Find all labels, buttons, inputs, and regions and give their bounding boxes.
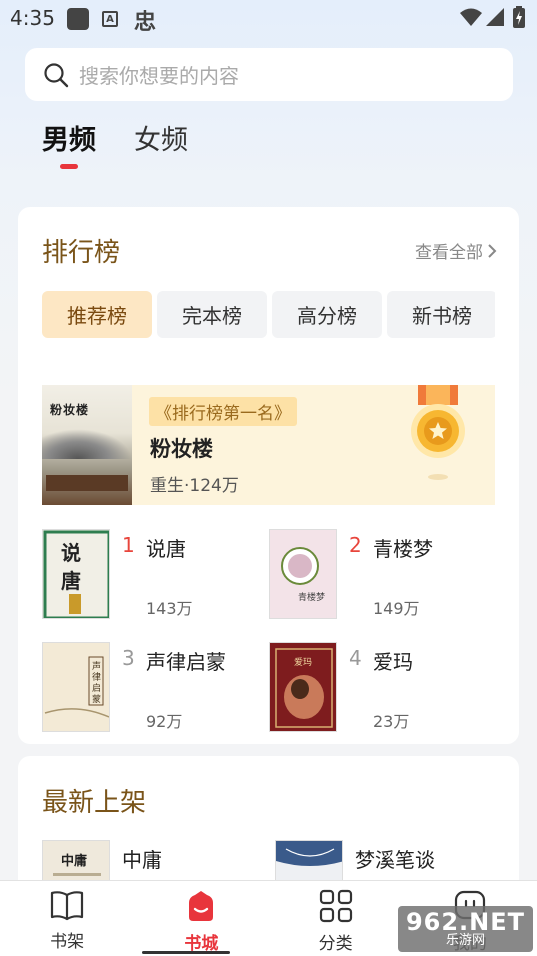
tab-female[interactable]: 女频: [134, 118, 188, 157]
rank-number: 3: [122, 646, 135, 670]
svg-text:爱玛: 爱玛: [294, 657, 312, 668]
book-count: 92万: [146, 712, 183, 731]
watermark-logo: 962.NET 乐游网: [398, 906, 533, 952]
svg-text:声: 声: [92, 660, 101, 672]
list-item[interactable]: 爱玛 4 爱玛 23万: [269, 642, 489, 734]
nav-category[interactable]: 分类: [269, 881, 403, 956]
top-book-meta: 重生·124万: [150, 476, 239, 496]
svg-text:说: 说: [61, 541, 81, 565]
svg-text:律: 律: [92, 671, 101, 683]
list-item[interactable]: 声律启蒙 3 声律启蒙 92万: [42, 642, 262, 734]
book-cover: 说唐: [42, 529, 110, 619]
book-title: 中庸: [122, 848, 162, 872]
home-indicator: [142, 951, 230, 954]
svg-text:青楼梦: 青楼梦: [298, 591, 325, 603]
grid-icon: [319, 889, 352, 923]
gender-tabs: 男频 女频: [42, 118, 226, 169]
ranking-card: 排行榜 查看全部 推荐榜 完本榜 高分榜 新书榜 粉妆楼 《排行榜第一名》 粉妆楼 重…: [18, 207, 519, 744]
watermark-text: 962.NET: [405, 908, 526, 936]
svg-text:启: 启: [92, 682, 101, 694]
tab-new-books[interactable]: 新书榜: [387, 291, 495, 338]
new-arrivals-title: 最新上架: [42, 788, 147, 818]
search-input[interactable]: 搜索你想要的内容: [25, 48, 513, 101]
nav-label: 书架: [50, 932, 85, 952]
ranking-tabs: 推荐榜 完本榜 高分榜 新书榜: [42, 291, 495, 338]
tab-female-label: 女频: [134, 125, 188, 156]
book-cover: 声律启蒙: [42, 642, 110, 732]
signal-icon: [486, 8, 504, 26]
cover-mountain-art: [42, 429, 132, 459]
book-title: 青楼梦: [373, 537, 433, 561]
book-count: 149万: [373, 599, 420, 618]
rank-number: 1: [122, 533, 135, 557]
view-all-label: 查看全部: [415, 243, 483, 263]
wifi-icon: [460, 8, 482, 26]
top-ranked-book[interactable]: 粉妆楼 《排行榜第一名》 粉妆楼 重生·124万: [42, 385, 495, 505]
svg-text:唐: 唐: [61, 569, 81, 593]
view-all-link[interactable]: 查看全部: [415, 238, 497, 263]
list-item[interactable]: 青楼梦 2 青楼梦 149万: [269, 529, 489, 621]
book-title: 说唐: [146, 537, 186, 561]
book-title: 梦溪笔谈: [355, 848, 435, 872]
list-item[interactable]: 说唐 1 说唐 143万: [42, 529, 262, 621]
book-title: 声律启蒙: [146, 650, 226, 674]
new-arrivals-card: 最新上架 中庸 中庸 梦溪笔谈: [18, 756, 519, 896]
search-placeholder: 搜索你想要的内容: [79, 64, 239, 88]
rank-number: 2: [349, 533, 362, 557]
book-open-icon: [51, 891, 84, 921]
watermark-subtext: 乐游网: [445, 933, 485, 948]
cover-building-art: [46, 475, 128, 491]
gold-medal-icon: [411, 385, 465, 480]
rank-first-badge: 《排行榜第一名》: [149, 397, 297, 426]
tab-recommended[interactable]: 推荐榜: [42, 291, 152, 338]
tab-completed[interactable]: 完本榜: [157, 291, 267, 338]
book-cover: 爱玛: [269, 642, 337, 732]
book-cover: 粉妆楼: [42, 385, 132, 505]
svg-text:蒙: 蒙: [92, 693, 101, 705]
status-time: 4:35: [10, 6, 55, 30]
svg-text:中庸: 中庸: [61, 853, 87, 869]
chevron-right-icon: [488, 243, 497, 258]
a-notification-icon: A: [102, 11, 118, 27]
battery-icon: [513, 6, 525, 28]
tab-high-score[interactable]: 高分榜: [272, 291, 382, 338]
book-count: 23万: [373, 712, 410, 731]
active-tab-indicator: [60, 164, 78, 169]
tab-male[interactable]: 男频: [42, 118, 96, 169]
search-icon: [44, 62, 69, 87]
ranking-title: 排行榜: [42, 238, 121, 268]
rank-number: 4: [349, 646, 362, 670]
tab-male-label: 男频: [42, 125, 96, 156]
cover-title: 粉妆楼: [50, 403, 90, 417]
nav-bookstore[interactable]: 书城: [134, 881, 268, 956]
status-bar: 4:35 A 忠: [0, 0, 537, 36]
nav-bookshelf[interactable]: 书架: [0, 881, 134, 956]
book-cover: 青楼梦: [269, 529, 337, 619]
store-icon: [189, 891, 214, 921]
notification-square-icon: [67, 8, 89, 30]
book-count: 143万: [146, 599, 193, 618]
nav-label: 分类: [318, 934, 353, 954]
app-notification-icon: 忠: [134, 10, 157, 35]
book-title: 爱玛: [373, 650, 413, 674]
top-book-title: 粉妆楼: [150, 437, 213, 461]
